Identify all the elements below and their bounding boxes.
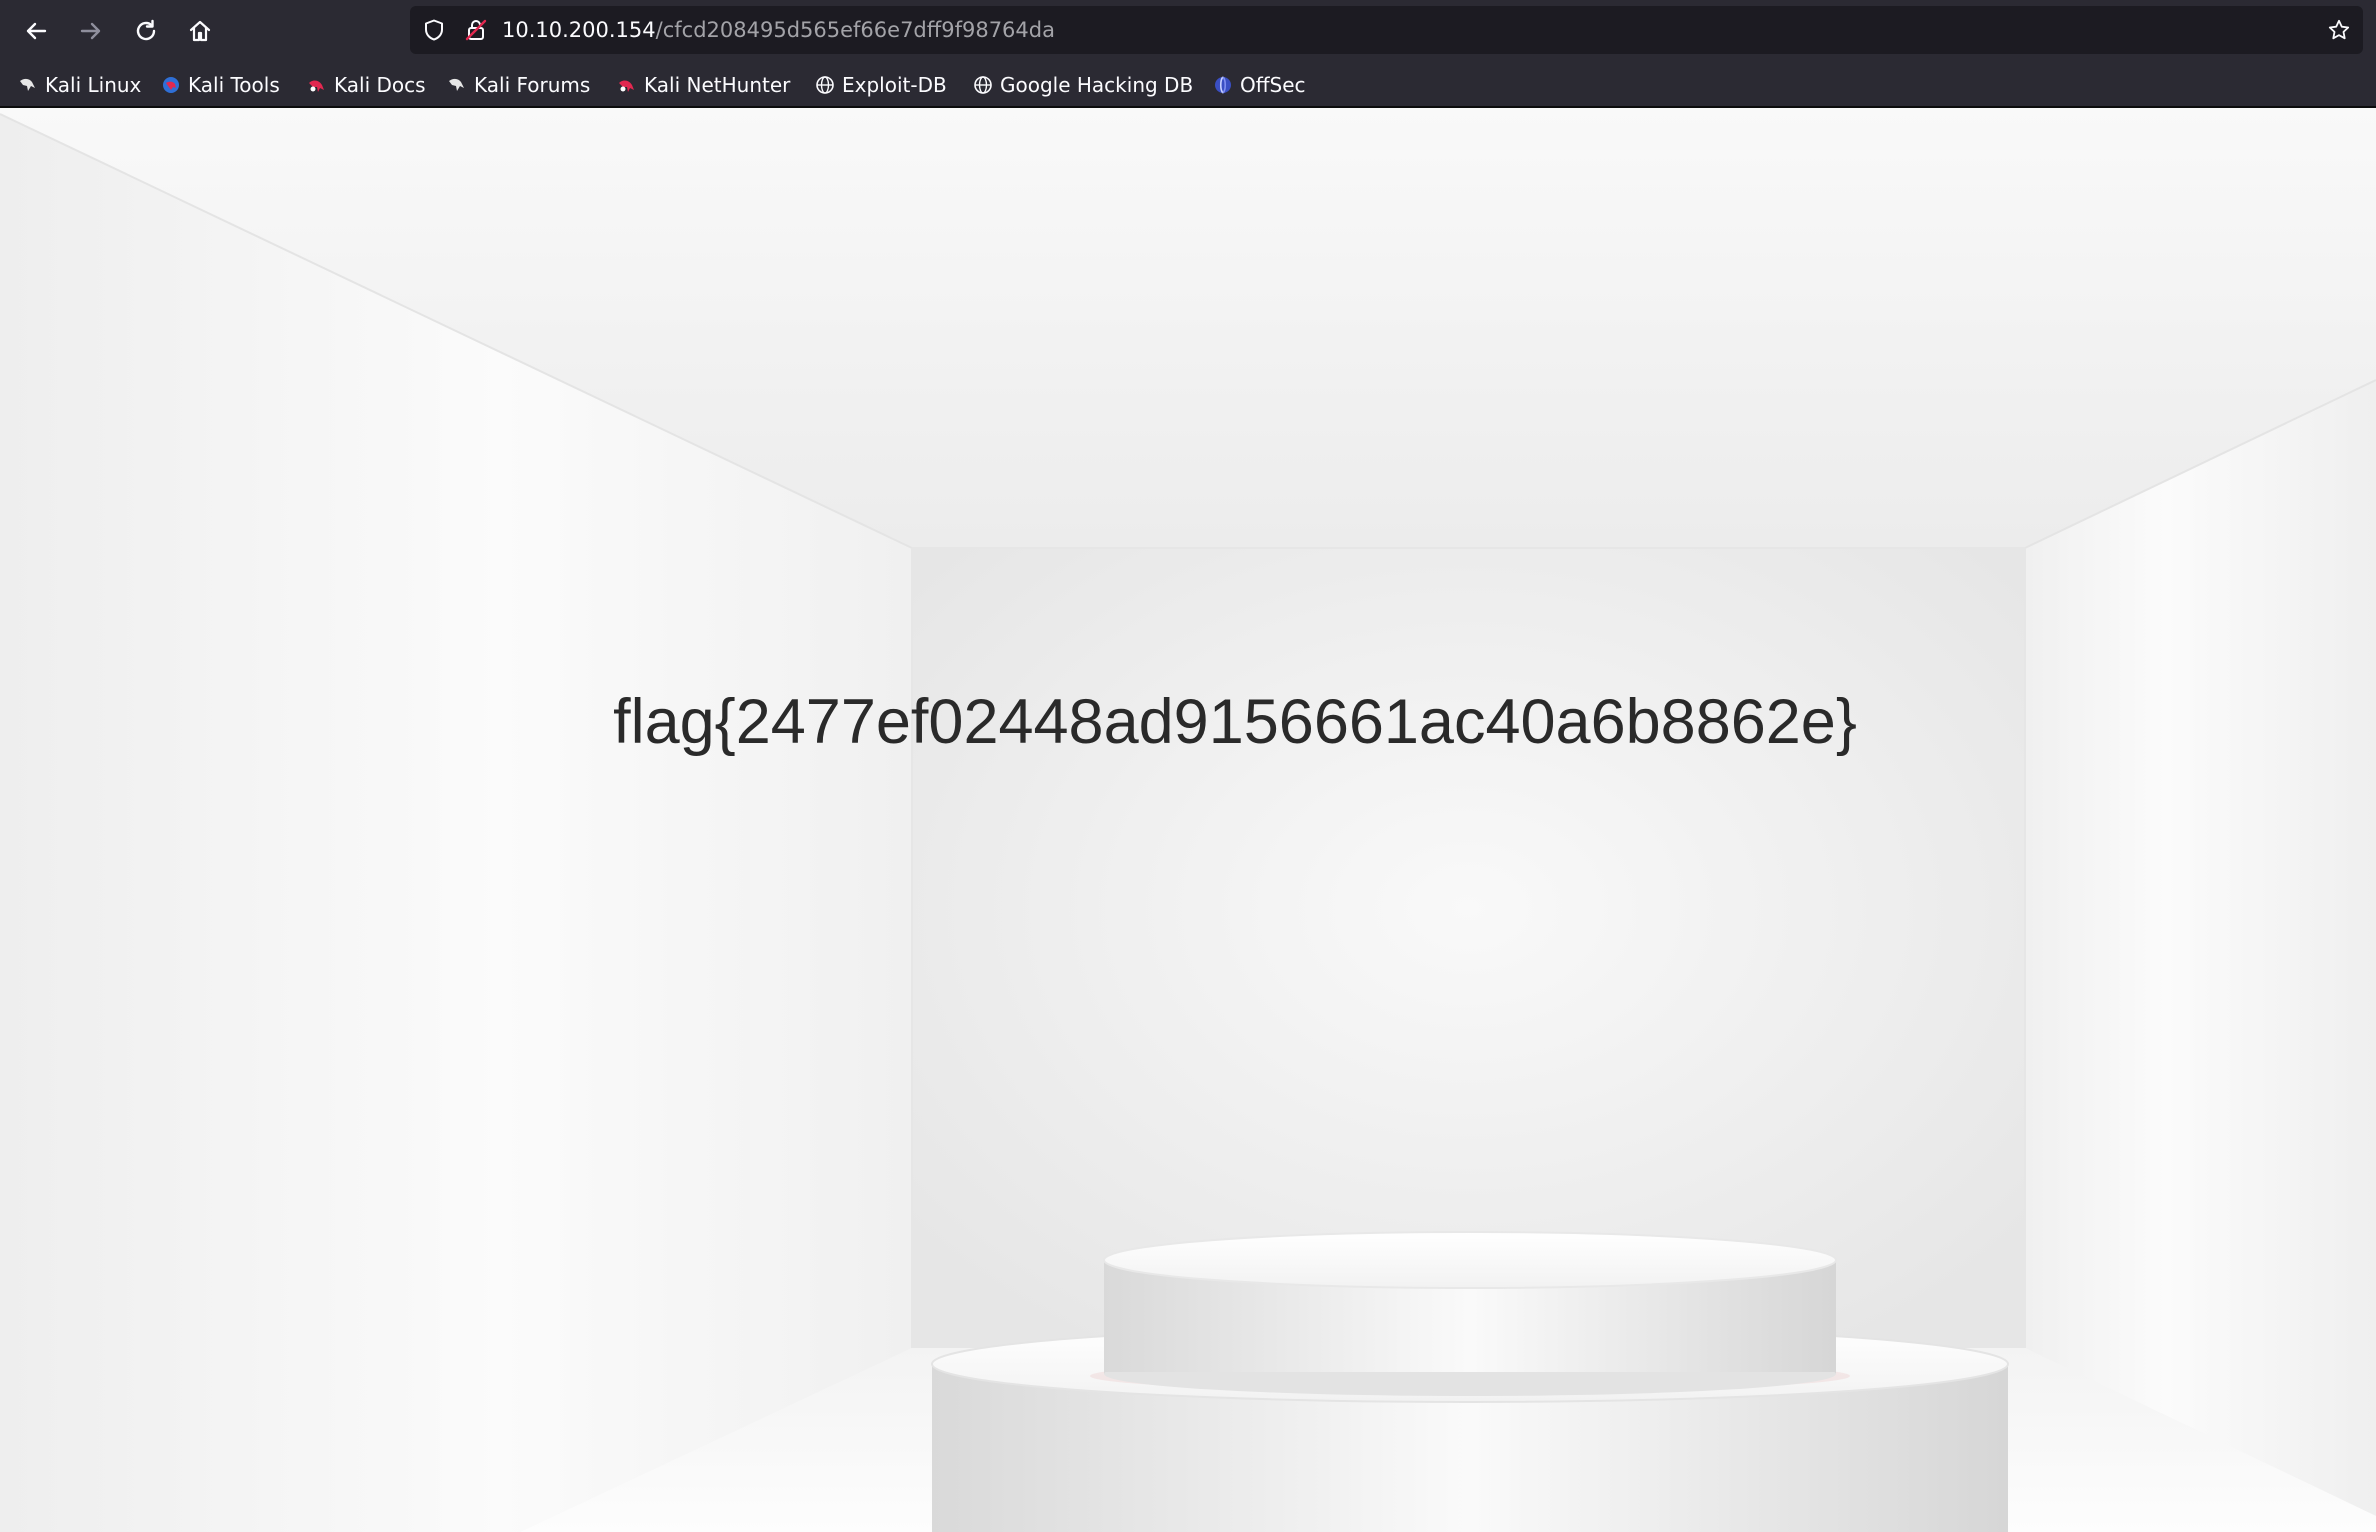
bookmark-kali-docs[interactable]: Kali Docs xyxy=(303,70,430,100)
back-button[interactable] xyxy=(13,9,59,53)
reload-button[interactable] xyxy=(123,9,169,53)
bookmark-label: Kali Forums xyxy=(474,73,591,97)
bookmark-star-icon[interactable] xyxy=(2325,16,2353,44)
kali-dragon-icon xyxy=(449,78,464,91)
kali-tools-icon xyxy=(163,77,179,93)
home-icon xyxy=(189,20,211,42)
kali-dragon-icon xyxy=(20,78,35,91)
kali-red-dragon-icon xyxy=(619,80,634,92)
offsec-icon xyxy=(1215,76,1231,94)
url-path: /cfcd208495d565ef66e7dff9f98764da xyxy=(655,18,1055,42)
room-background xyxy=(0,108,2376,1532)
kali-red-dragon-icon xyxy=(309,80,324,92)
bookmark-offsec[interactable]: OffSec xyxy=(1209,70,1310,100)
bookmark-kali-tools[interactable]: Kali Tools xyxy=(157,70,284,100)
bookmark-kali-forums[interactable]: Kali Forums xyxy=(443,70,594,100)
bookmark-label: Kali Linux xyxy=(45,73,142,97)
arrow-left-icon xyxy=(26,22,47,40)
arrow-right-icon xyxy=(80,22,101,40)
bookmark-label: Exploit-DB xyxy=(842,73,947,97)
address-bar[interactable]: 10.10.200.154/cfcd208495d565ef66e7dff9f9… xyxy=(410,6,2363,54)
bookmark-label: Google Hacking DB xyxy=(1000,73,1194,97)
reload-icon xyxy=(136,19,156,41)
bookmark-label: Kali Docs xyxy=(334,73,426,97)
bookmarks-toolbar: Kali Linux Kali Tools Kali Docs Kali For… xyxy=(0,62,2376,108)
url-text[interactable]: 10.10.200.154/cfcd208495d565ef66e7dff9f9… xyxy=(502,6,1055,54)
navigation-toolbar: 10.10.200.154/cfcd208495d565ef66e7dff9f9… xyxy=(0,0,2376,62)
insecure-lock-icon[interactable] xyxy=(462,16,490,44)
bookmark-google-hacking-db[interactable]: Google Hacking DB xyxy=(969,70,1197,100)
forward-button[interactable] xyxy=(68,9,114,53)
globe-icon xyxy=(816,76,834,94)
bookmark-kali-nethunter[interactable]: Kali NetHunter xyxy=(613,70,794,100)
bookmark-kali-linux[interactable]: Kali Linux xyxy=(14,70,145,100)
bookmark-label: Kali NetHunter xyxy=(644,73,791,97)
bookmark-label: OffSec xyxy=(1240,73,1306,97)
globe-icon xyxy=(974,76,992,94)
tracking-protection-shield-icon[interactable] xyxy=(420,16,448,44)
url-host: 10.10.200.154 xyxy=(502,18,656,42)
bookmark-exploit-db[interactable]: Exploit-DB xyxy=(811,70,951,100)
flag-text: flag{2477ef02448ad9156661ac40a6b8862e} xyxy=(613,687,1857,757)
page-content: flag{2477ef02448ad9156661ac40a6b8862e} xyxy=(0,108,2376,1532)
home-button[interactable] xyxy=(177,9,223,53)
bookmark-label: Kali Tools xyxy=(188,73,280,97)
